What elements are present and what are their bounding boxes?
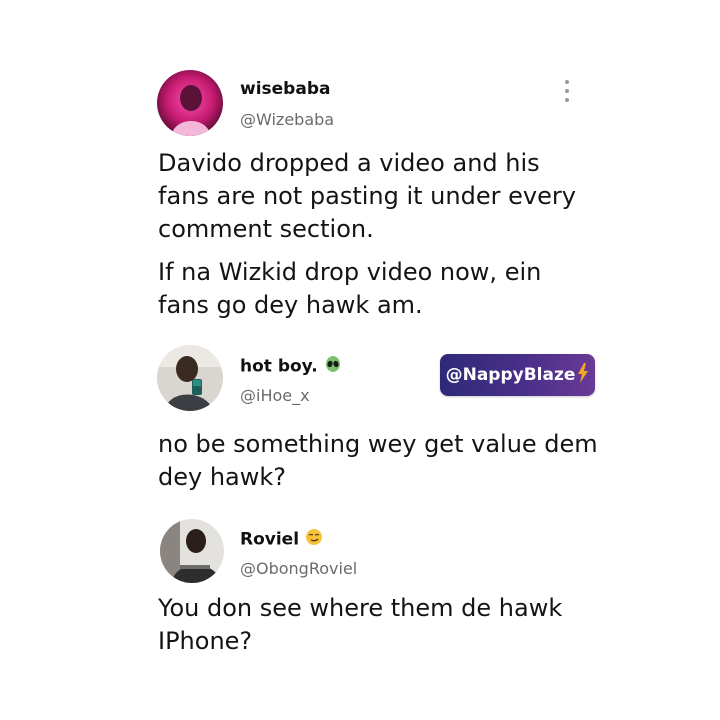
user-name-label: Roviel xyxy=(240,529,300,550)
smirking-face-emoji-icon xyxy=(305,528,323,551)
lightning-bolt-icon xyxy=(577,362,589,388)
user-handle[interactable]: @Wizebaba xyxy=(240,110,334,129)
user-name[interactable]: hot boy. xyxy=(240,355,342,378)
user-handle[interactable]: @ObongRoviel xyxy=(240,559,357,578)
post-text: no be something wey get value dem dey ha… xyxy=(158,428,598,494)
alien-emoji-icon xyxy=(324,355,342,378)
user-name-label: hot boy. xyxy=(240,356,318,377)
user-handle[interactable]: @iHoe_x xyxy=(240,386,310,405)
post-paragraph: no be something wey get value dem dey ha… xyxy=(158,430,598,491)
nappyblaze-watermark: @NappyBlaze xyxy=(440,354,595,396)
post-paragraph: Davido dropped a video and his fans are … xyxy=(158,149,576,243)
avatar-roviel[interactable] xyxy=(160,519,224,583)
post-text: You don see where them de hawk IPhone? xyxy=(158,592,598,658)
avatar-hot-boy[interactable] xyxy=(157,345,223,411)
more-options-icon[interactable] xyxy=(560,80,574,102)
post-paragraph: If na Wizkid drop video now, ein fans go… xyxy=(158,258,542,319)
user-name[interactable]: wisebaba xyxy=(240,79,330,99)
watermark-label: @NappyBlaze xyxy=(445,365,576,385)
post-paragraph: You don see where them de hawk IPhone? xyxy=(158,594,563,655)
avatar-wisebaba[interactable] xyxy=(157,70,223,136)
user-name[interactable]: Roviel xyxy=(240,528,323,551)
post-text: Davido dropped a video and his fans are … xyxy=(158,147,598,322)
